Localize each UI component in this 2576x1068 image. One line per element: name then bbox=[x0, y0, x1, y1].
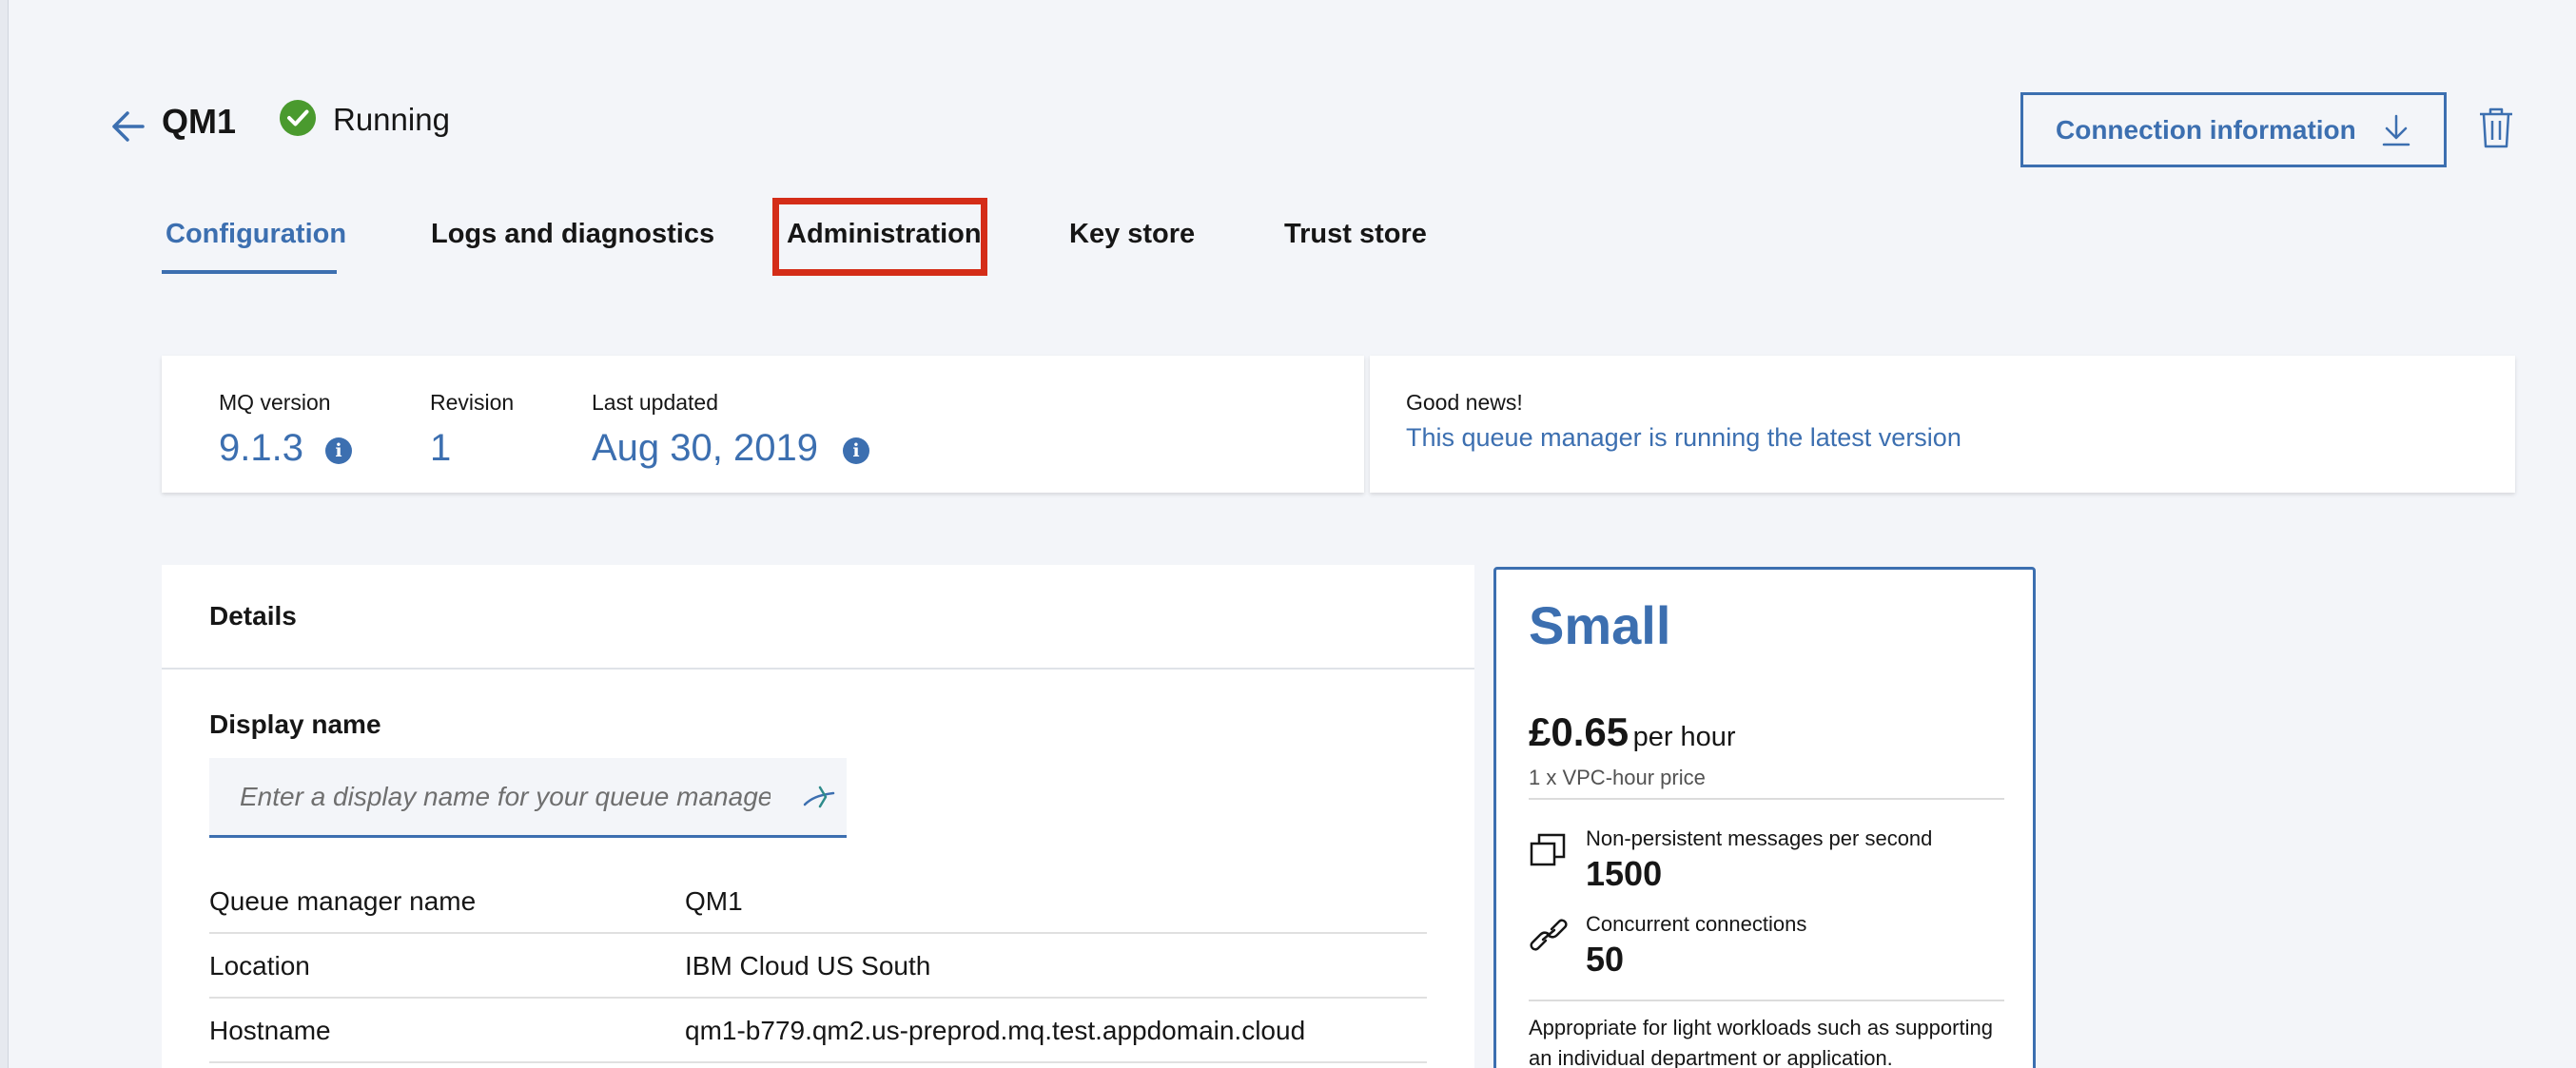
feature-value-connections: 50 bbox=[1586, 940, 1625, 979]
detail-row-queue-manager-name: Queue manager name QM1 bbox=[209, 869, 1427, 934]
tab-administration[interactable]: Administration bbox=[787, 215, 982, 253]
revision-label: Revision bbox=[430, 390, 515, 415]
feature-value-messages: 1500 bbox=[1586, 854, 1663, 893]
detail-value: QM1 bbox=[685, 886, 743, 916]
tab-trust-store[interactable]: Trust store bbox=[1284, 215, 1427, 253]
feature-label-connections: Concurrent connections bbox=[1586, 912, 1807, 936]
last-updated-info-icon[interactable]: i bbox=[843, 437, 869, 464]
plan-divider bbox=[1529, 798, 2004, 800]
news-title: Good news! bbox=[1406, 390, 1523, 415]
display-name-input[interactable] bbox=[209, 758, 847, 838]
plan-price-note: 1 x VPC-hour price bbox=[1529, 766, 1706, 789]
mq-version-label: MQ version bbox=[219, 390, 331, 415]
feature-label-messages: Non-persistent messages per second bbox=[1586, 826, 1933, 850]
link-icon bbox=[1530, 919, 1568, 951]
detail-row-hostname: Hostname qm1-b779.qm2.us-preprod.mq.test… bbox=[209, 999, 1427, 1063]
plan-name: Small bbox=[1529, 595, 1671, 655]
news-message: This queue manager is running the latest… bbox=[1406, 423, 1961, 452]
queue-manager-title: QM1 bbox=[162, 102, 237, 141]
detail-value: IBM Cloud US South bbox=[685, 951, 931, 981]
plan-price-unit: per hour bbox=[1632, 722, 1736, 752]
trash-icon[interactable] bbox=[2478, 107, 2514, 148]
connection-information-button[interactable]: Connection information bbox=[2020, 92, 2447, 167]
detail-row-location: Location IBM Cloud US South bbox=[209, 934, 1427, 999]
version-card: MQ version 9.1.3 i Revision 1 Last updat… bbox=[162, 356, 1364, 493]
connection-information-label: Connection information bbox=[2056, 114, 2356, 145]
checkmark-circle-icon bbox=[280, 100, 316, 136]
price-row: £0.65 per hour bbox=[1529, 709, 1736, 766]
page: QM1 Running Connection information Confi… bbox=[0, 0, 2576, 1068]
details-title: Details bbox=[209, 601, 297, 631]
last-updated-value: Aug 30, 2019 bbox=[592, 427, 818, 469]
details-card: Details Display name Queue manager name … bbox=[162, 565, 1474, 1068]
revision-value: 1 bbox=[430, 427, 452, 469]
messages-icon bbox=[1530, 833, 1566, 866]
plan-divider bbox=[1529, 1000, 2004, 1001]
plan-card: Small £0.65 per hour 1 x VPC-hour price … bbox=[1493, 567, 2036, 1068]
news-card: Good news! This queue manager is running… bbox=[1370, 356, 2515, 493]
edit-icon[interactable] bbox=[801, 782, 837, 814]
mq-version-info-icon[interactable]: i bbox=[325, 437, 352, 464]
tab-key-store[interactable]: Key store bbox=[1069, 215, 1195, 253]
display-name-label: Display name bbox=[209, 709, 381, 739]
tab-logs-and-diagnostics[interactable]: Logs and diagnostics bbox=[431, 215, 714, 253]
back-arrow-icon[interactable] bbox=[110, 109, 146, 144]
active-tab-indicator bbox=[162, 270, 337, 274]
last-updated-label: Last updated bbox=[592, 390, 719, 415]
tab-configuration[interactable]: Configuration bbox=[166, 215, 346, 253]
mq-version-value: 9.1.3 bbox=[219, 427, 303, 469]
download-icon bbox=[2382, 114, 2410, 146]
detail-value: qm1-b779.qm2.us-preprod.mq.test.appdomai… bbox=[685, 1016, 1306, 1045]
plan-description: Appropriate for light workloads such as … bbox=[1529, 1016, 1993, 1068]
left-edge bbox=[0, 0, 9, 1068]
details-header: Details bbox=[162, 565, 1474, 670]
detail-key: Queue manager name bbox=[209, 886, 477, 916]
detail-key: Location bbox=[209, 951, 310, 981]
detail-key: Hostname bbox=[209, 1016, 331, 1045]
status-text: Running bbox=[333, 102, 450, 137]
plan-price: £0.65 bbox=[1529, 709, 1630, 754]
